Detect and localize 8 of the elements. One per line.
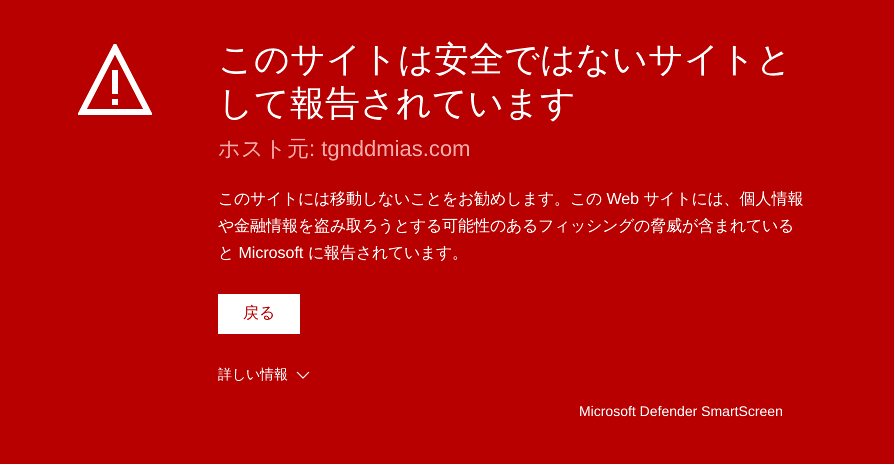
chevron-icon	[296, 370, 310, 378]
warning-title: このサイトは安全ではないサイトとして報告されています	[218, 39, 793, 125]
host-text: ホスト元: tgnddmias.com	[218, 135, 472, 163]
warning-message: このサイトには移動しないことをお勧めします。この Web サイトには、個人情報や金融情報を盗み取ろうとする可能性のあるフィッシングの脅威が含まれていると Microsoft に報告されています。	[218, 190, 804, 264]
footer-text: Microsoft Defender SmartScreen	[579, 402, 784, 421]
details-link[interactable]: 詳しい情報	[218, 364, 310, 385]
back-button[interactable]: 戻る	[218, 294, 300, 334]
warning-icon	[78, 44, 152, 116]
